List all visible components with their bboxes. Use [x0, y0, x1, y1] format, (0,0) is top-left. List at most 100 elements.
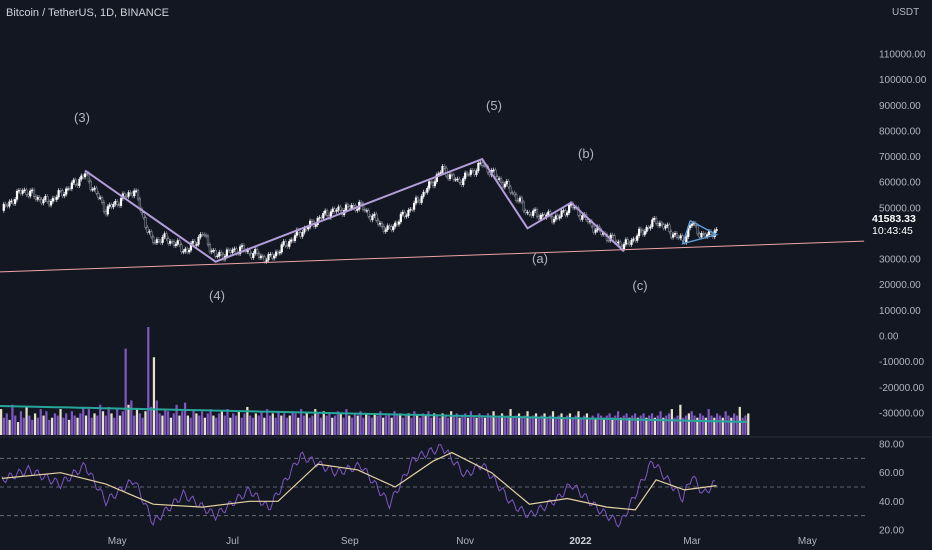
volume-bar — [404, 415, 407, 435]
volume-bar — [390, 417, 393, 435]
volume-bar — [370, 417, 373, 435]
symbol-title[interactable]: Bitcoin / TetherUS, 1D, BINANCE — [6, 7, 169, 19]
volume-bar — [396, 415, 399, 435]
volume-bar — [2, 417, 6, 435]
candle-body — [433, 181, 436, 187]
candle-body — [516, 200, 520, 202]
candle-body — [280, 244, 283, 253]
candle-body — [447, 175, 450, 179]
chart-canvas[interactable]: 110000.00 100000.00 90000.00 80000.00 70000.… — [0, 0, 932, 550]
candle-body — [626, 239, 629, 244]
rsi-tick-label: 60.00 — [879, 468, 904, 479]
candle-body — [456, 178, 459, 180]
volume-bar — [526, 411, 529, 435]
candle-body — [443, 166, 446, 169]
candle-body — [17, 190, 21, 192]
candle-body — [148, 231, 151, 233]
volume-bar — [48, 419, 51, 435]
candle-body — [655, 218, 658, 224]
candle-body — [715, 229, 718, 231]
volume-bar — [285, 417, 289, 435]
candle-body — [344, 204, 348, 211]
support-trend-line — [0, 240, 865, 273]
volume-bar — [435, 415, 439, 435]
candle-body — [702, 233, 705, 235]
candle-body — [100, 197, 104, 203]
candle-body — [4, 203, 7, 206]
candle-body — [129, 192, 132, 194]
candle-body — [307, 226, 310, 230]
volume-bar — [113, 417, 116, 435]
candle-body — [78, 179, 81, 186]
candle-body — [314, 224, 317, 227]
rsi-pane: 80.00 60.00 40.00 20.00 — [0, 440, 904, 537]
volume-bar — [101, 411, 105, 435]
volume-bar — [124, 348, 127, 435]
candle-body — [6, 205, 9, 207]
volume-bar — [33, 413, 37, 435]
volume-bar — [257, 415, 260, 435]
volume-bar — [280, 415, 283, 435]
candle-body — [310, 220, 314, 223]
candle-body — [418, 200, 421, 203]
volume-bar — [563, 417, 566, 435]
candle-body — [199, 234, 202, 238]
candle-body — [454, 179, 457, 181]
candle-body — [401, 211, 404, 215]
candle-body — [558, 216, 561, 219]
candle-body — [458, 178, 461, 183]
candle-body — [409, 209, 412, 211]
candle-body — [119, 198, 123, 206]
candle-body — [214, 250, 217, 257]
candle-body — [482, 165, 486, 167]
candle-body — [651, 219, 654, 227]
volume-bar — [447, 417, 450, 435]
volume-bar — [70, 411, 73, 435]
volume-bar — [319, 417, 323, 435]
candle-body — [465, 172, 469, 175]
volume-bar — [56, 415, 59, 435]
volume-bar — [350, 417, 354, 435]
candle-body — [407, 209, 410, 216]
candle-body — [259, 255, 263, 258]
candle-body — [227, 249, 230, 251]
candle-body — [592, 225, 595, 233]
volume-bar — [523, 415, 526, 435]
rsi-tick-label: 80.00 — [879, 440, 904, 451]
volume-bar — [421, 413, 424, 435]
volume-bar — [515, 415, 518, 435]
candle-body — [220, 251, 223, 255]
volume-bar — [59, 409, 62, 435]
volume-bar — [169, 417, 173, 435]
volume-bar — [84, 415, 88, 435]
volume-bar — [0, 409, 3, 435]
volume-bar — [237, 411, 240, 435]
candle-body — [21, 190, 24, 194]
volume-bar — [87, 409, 90, 435]
candle-body — [42, 199, 45, 204]
candle-body — [460, 182, 463, 185]
volume-bar — [291, 411, 294, 435]
candle-body — [537, 215, 540, 220]
candle-body — [305, 227, 308, 230]
volume-bar — [492, 411, 495, 435]
candle-body — [471, 170, 474, 172]
volume-bar — [16, 422, 20, 435]
candle-body — [528, 211, 531, 215]
candle-body — [248, 249, 251, 255]
volume-bar — [288, 415, 291, 435]
volume-bar — [498, 415, 501, 435]
candle-body — [204, 234, 208, 237]
candle-body — [397, 221, 401, 225]
volume-bar — [161, 415, 164, 435]
volume-bar — [144, 411, 147, 435]
candle-body — [49, 201, 53, 206]
candle-body — [233, 248, 236, 251]
candle-body — [257, 253, 261, 258]
candle-body — [670, 231, 673, 238]
candle-body — [193, 240, 196, 246]
volume-bar — [466, 417, 470, 435]
volume-bar — [407, 413, 410, 435]
candle-body — [44, 196, 47, 200]
candle-body — [679, 235, 682, 239]
